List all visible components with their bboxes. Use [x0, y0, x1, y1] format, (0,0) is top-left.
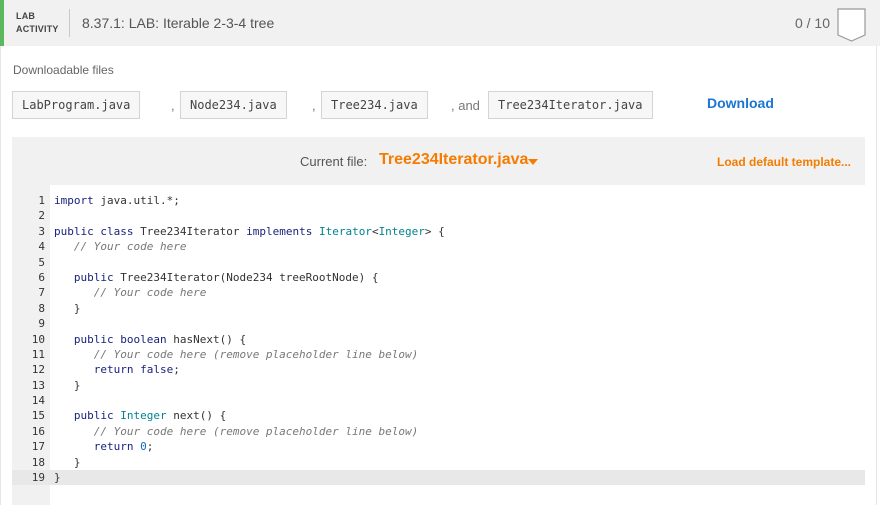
line-number: 13 [31, 378, 45, 392]
code-line[interactable]: 2 [12, 208, 865, 223]
file-chip-tree234iterator: Tree234Iterator.java [488, 91, 653, 119]
header-divider [69, 9, 70, 37]
code-line-text[interactable]: public Tree234Iterator(Node234 treeRootN… [54, 270, 379, 285]
editor-toolbar: Current file: Tree234Iterator.java Load … [12, 137, 865, 185]
file-chip-node234: Node234.java [180, 91, 287, 119]
activity-score: 0 / 10 [794, 15, 830, 31]
code-line-text[interactable]: return 0; [54, 439, 154, 454]
code-line-text[interactable]: // Your code here [54, 239, 187, 254]
code-line[interactable]: 1 import java.util.*; [12, 193, 865, 208]
line-number: 11 [31, 347, 45, 361]
code-line-text[interactable]: } [54, 378, 81, 393]
code-line-text[interactable]: public Integer next() { [54, 408, 226, 423]
code-line[interactable]: 8 } [12, 301, 865, 316]
code-line-text[interactable]: // Your code here [54, 285, 207, 300]
code-line[interactable]: 6 public Tree234Iterator(Node234 treeRoo… [12, 270, 865, 285]
file-separator: , [171, 98, 175, 113]
activity-tag-line1: LAB [16, 11, 36, 21]
activity-title: 8.37.1: LAB: Iterable 2-3-4 tree [82, 15, 275, 31]
line-number: 16 [31, 424, 45, 438]
activity-type-tag: LAB ACTIVITY [16, 10, 59, 36]
file-chip-labprogram: LabProgram.java [12, 91, 141, 119]
code-line[interactable]: 18 } [12, 455, 865, 470]
line-number: 15 [31, 409, 45, 423]
completion-badge-icon [837, 8, 866, 42]
code-line[interactable]: 7 // Your code here [12, 285, 865, 300]
line-number: 1 [38, 194, 45, 207]
line-number: 7 [38, 286, 45, 300]
code-line-text[interactable]: return false; [54, 362, 180, 377]
code-input-area[interactable]: 1 import java.util.*; 2 3 public class Tree2… [12, 185, 865, 505]
line-number: 10 [31, 332, 45, 346]
code-line-text[interactable]: // Your code here (remove placeholder li… [54, 424, 419, 439]
line-number: 5 [38, 255, 45, 269]
current-file-dropdown[interactable]: Tree234Iterator.java [379, 151, 528, 169]
activity-header: LAB ACTIVITY 8.37.1: LAB: Iterable 2-3-4… [0, 0, 880, 46]
code-line[interactable]: 16 // Your code here (remove placeholder… [12, 424, 865, 439]
code-line[interactable]: 9 [12, 316, 865, 331]
line-number: 9 [38, 317, 45, 331]
code-line[interactable]: 4 // Your code here [12, 239, 865, 254]
code-line[interactable]: 11 // Your code here (remove placeholder… [12, 347, 865, 362]
file-separator: , [312, 98, 316, 113]
line-number: 12 [31, 363, 45, 377]
line-number: 8 [38, 301, 45, 315]
activity-tag-line2: ACTIVITY [16, 24, 59, 34]
code-line-text[interactable]: public boolean hasNext() { [54, 332, 246, 347]
line-number: 17 [31, 440, 45, 454]
code-line-text[interactable]: } [54, 470, 61, 485]
code-line[interactable]: 17 return 0; [12, 439, 865, 454]
activity-accent-bar [0, 0, 4, 46]
line-number: 18 [31, 455, 45, 469]
file-separator-and: , and [451, 98, 480, 113]
code-line[interactable]: 5 [12, 255, 865, 270]
current-file-label: Current file: [300, 154, 368, 169]
code-line-text[interactable]: } [54, 301, 81, 316]
code-line[interactable]: 12 return false; [12, 362, 865, 377]
code-line-text[interactable]: } [54, 455, 81, 470]
code-line-text[interactable]: import java.util.*; [54, 193, 180, 208]
code-line[interactable]: 3 public class Tree234Iterator implements… [12, 224, 865, 239]
line-number: 6 [38, 270, 45, 284]
file-chip-tree234: Tree234.java [321, 91, 428, 119]
line-number: 2 [38, 209, 45, 223]
code-line[interactable]: 10 public boolean hasNext() { [12, 332, 865, 347]
code-line[interactable]: 13 } [12, 378, 865, 393]
line-number: 19 [31, 471, 45, 485]
line-number: 3 [38, 224, 45, 238]
code-line-text[interactable]: public class Tree234Iterator implements … [54, 224, 445, 239]
code-line-text[interactable]: // Your code here (remove placeholder li… [54, 347, 419, 362]
chevron-down-icon[interactable] [528, 159, 538, 165]
code-line[interactable]: 15 public Integer next() { [12, 408, 865, 423]
load-default-template-button[interactable]: Load default template... [717, 155, 851, 169]
download-button[interactable]: Download [707, 95, 774, 111]
downloadable-files-label: Downloadable files [13, 63, 114, 77]
code-line[interactable]: 14 [12, 393, 865, 408]
line-number: 14 [31, 394, 45, 408]
code-line[interactable]: 19} [12, 470, 865, 486]
line-number: 4 [38, 240, 45, 254]
code-editor-panel: Current file: Tree234Iterator.java Load … [12, 137, 865, 505]
code-lines[interactable]: 1 import java.util.*; 2 3 public class Tree2… [12, 193, 865, 486]
